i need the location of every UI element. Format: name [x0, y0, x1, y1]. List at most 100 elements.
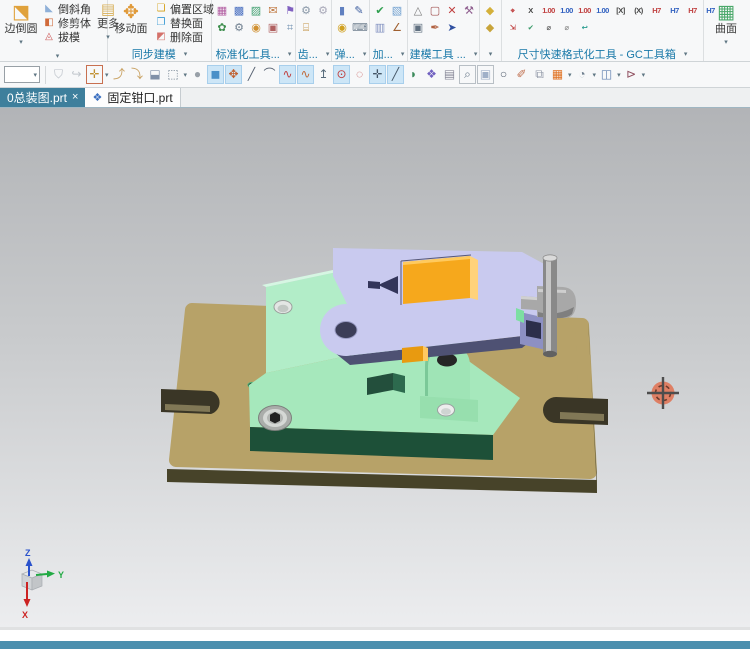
gear-bevel-icon[interactable]: ⚙ [316, 4, 330, 18]
circle-dashed-icon[interactable]: ◌ [352, 66, 367, 83]
line-angled-icon[interactable]: ╱ [388, 66, 403, 83]
gc-group-caret[interactable]: ▾ [684, 50, 688, 58]
graphics-window[interactable]: Z Y X [0, 108, 750, 627]
spring-design-icon[interactable]: ✎ [352, 4, 366, 18]
tab-fixed-jaw[interactable]: ❖ 固定钳口.prt [85, 88, 180, 107]
window-tool-icon[interactable]: ▣ [411, 21, 425, 35]
spring-table-icon[interactable]: ⌨ [352, 21, 366, 35]
gc-dia-2-icon[interactable]: ⌀ [559, 21, 574, 35]
feature-group-label[interactable]: ▾ [0, 51, 107, 61]
select-rect-icon[interactable]: ⬚ [166, 66, 181, 83]
gc-x-paren-icon[interactable]: (X) [631, 4, 646, 18]
feature-group-caret[interactable]: ▾ [56, 52, 60, 60]
line-tool-icon[interactable]: ╱ [244, 66, 259, 83]
gear-rack-icon[interactable]: ⌸ [299, 21, 313, 35]
wcs-grid-caret[interactable]: ▾ [568, 71, 572, 79]
std-coin-icon[interactable]: ◉ [249, 21, 263, 35]
gc-tol-2-icon[interactable]: 1.00 [559, 4, 574, 18]
sync-group-caret[interactable]: ▾ [184, 50, 188, 58]
point-plus-icon[interactable]: ✛ [370, 66, 385, 83]
std-group-caret[interactable]: ▾ [288, 50, 292, 58]
view-cube-icon[interactable]: ◫ [599, 66, 614, 83]
selection-filter-caret[interactable]: ▾ [33, 71, 37, 79]
nav-tool-icon[interactable]: ➤ [445, 21, 459, 35]
std-group-label[interactable]: 标准化工具... ▾ [212, 46, 295, 61]
edge-blend-caret[interactable]: ▾ [19, 36, 23, 49]
gc-tol-3-icon[interactable]: 1.00 [577, 4, 592, 18]
extra-group-label[interactable]: ▾ [480, 46, 501, 61]
erase-sketch-icon[interactable]: ✐ [514, 66, 529, 83]
layer-stack-icon[interactable]: ▤ [442, 66, 457, 83]
snap-point-icon[interactable]: ⛉ [51, 66, 66, 83]
replace-face-button[interactable]: ❐ 替换面 [155, 16, 214, 30]
gc-dia-1-icon[interactable]: ⌀ [541, 21, 556, 35]
gear-group-label[interactable]: 齿... ▾ [296, 46, 331, 61]
spring-coil-icon[interactable]: ◉ [335, 21, 349, 35]
tab-assembly[interactable]: 0总装图.prt × [0, 88, 85, 107]
small-window-icon[interactable]: ▢ [428, 4, 442, 18]
gc-group-label[interactable]: 尺寸快速格式化工具 - GC工具箱 ▾ [502, 46, 703, 61]
arc-tool-icon[interactable]: ⌒ [262, 66, 277, 83]
process-group-caret[interactable]: ▾ [401, 50, 405, 58]
gear-group-caret[interactable]: ▾ [326, 50, 330, 58]
quick-check-icon[interactable]: ▥ [373, 21, 387, 35]
shaded-view-icon[interactable]: ◼ [208, 66, 223, 83]
gc-x-box-icon[interactable]: [X] [613, 4, 628, 18]
extra-tool-b-icon[interactable]: ◆ [483, 21, 497, 35]
surface-caret[interactable]: ▾ [724, 36, 728, 49]
select-rect-caret[interactable]: ▾ [184, 71, 188, 79]
tab-assembly-close-icon[interactable]: × [72, 92, 78, 103]
render-filter-icon[interactable]: ⊳ [624, 66, 639, 83]
rotate-back-icon[interactable]: ⤵ [130, 66, 145, 83]
ellipse-tool-icon[interactable]: ○ [496, 66, 511, 83]
std-plant-icon[interactable]: ✿ [215, 21, 229, 35]
gc-fit-h7-b-icon[interactable]: H7 [667, 4, 682, 18]
spring-group-label[interactable]: 弹... ▾ [332, 46, 369, 61]
sheet-list-icon[interactable]: ⧉ [532, 66, 547, 83]
studio-spline-icon[interactable]: ∿ [280, 66, 295, 83]
render-filter-caret[interactable]: ▾ [642, 71, 646, 79]
chamfer-button[interactable]: ◣ 倒斜角 [43, 2, 91, 16]
point-dialog-caret[interactable]: ▾ [105, 71, 109, 79]
point-vertical-icon[interactable]: ↥ [316, 66, 331, 83]
std-parts-icon[interactable]: ⚑ [283, 4, 297, 18]
draft-button[interactable]: ◬ 拔模 [43, 30, 91, 44]
extra-tool-a-icon[interactable]: ◆ [483, 4, 497, 18]
selection-filter-combobox[interactable]: ▾ [4, 66, 40, 83]
face-fillet-icon[interactable]: ◗ [406, 66, 421, 83]
check-model-icon[interactable]: ✔ [373, 4, 387, 18]
gc-undo-dim-icon[interactable]: ↩ [577, 21, 592, 35]
process-group-label[interactable]: 加... ▾ [370, 46, 407, 61]
std-stamp-icon[interactable]: ▣ [266, 21, 280, 35]
measure-tool-icon[interactable]: ✒ [428, 21, 442, 35]
std-gear-icon[interactable]: ⚙ [232, 21, 246, 35]
gc-leader-icon[interactable]: ⇲ [505, 21, 520, 35]
gear-cylindrical-icon[interactable]: ⚙ [299, 4, 313, 18]
fit-curve-icon[interactable]: ∿ [298, 66, 313, 83]
modeling-group-caret[interactable]: ▾ [474, 50, 478, 58]
zoom-window-icon[interactable]: ⌕ [460, 66, 475, 83]
sync-group-label[interactable]: 同步建模 ▾ [108, 46, 211, 61]
delete-face-button[interactable]: ◩ 删除面 [155, 30, 214, 44]
edge-blend-button[interactable]: ⬔ 边倒圆 ▾ [3, 2, 39, 49]
face-analysis-icon[interactable]: ◔ [575, 66, 590, 83]
std-frame-icon[interactable]: ▦ [215, 4, 229, 18]
delete-feature-icon[interactable]: ✕ [445, 4, 459, 18]
std-bom-icon[interactable]: ▩ [232, 4, 246, 18]
modeling-group-label[interactable]: 建模工具 ... ▾ [408, 46, 479, 61]
gc-fit-h7-c-icon[interactable]: H7 [685, 4, 700, 18]
gc-tol-4-icon[interactable]: 1.00 [595, 4, 610, 18]
datum-csys-icon[interactable]: ⬓ [148, 66, 163, 83]
feature-replay-icon[interactable]: ⚒ [462, 4, 476, 18]
triangle-mesh-icon[interactable]: △ [411, 4, 425, 18]
face-analysis-caret[interactable]: ▾ [593, 71, 597, 79]
gc-fit-h7-a-icon[interactable]: H7 [649, 4, 664, 18]
std-export-icon[interactable]: ✉ [266, 4, 280, 18]
extra-group-caret[interactable]: ▾ [489, 50, 493, 58]
gc-tol-1-icon[interactable]: 1.00 [541, 4, 556, 18]
image-view-icon[interactable]: ▣ [478, 66, 493, 83]
trim-body-button[interactable]: ◧ 修剪体 [43, 16, 91, 30]
spring-compression-icon[interactable]: ▮ [335, 4, 349, 18]
gc-x-icon[interactable]: X [523, 4, 538, 18]
move-object-icon[interactable]: ✥ [226, 66, 241, 83]
